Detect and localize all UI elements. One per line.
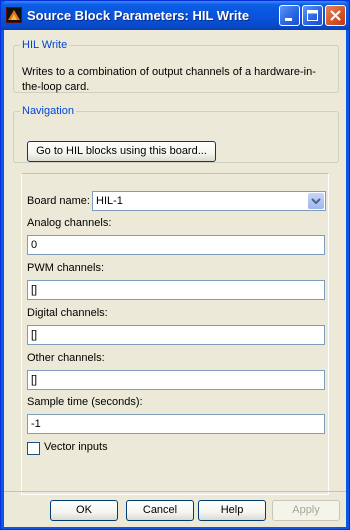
ok-button[interactable]: OK [50, 500, 118, 521]
sample-time-label: Sample time (seconds): [27, 396, 143, 408]
navigation-legend: Navigation [22, 105, 74, 117]
other-channels-label: Other channels: [27, 352, 105, 364]
close-button[interactable] [325, 5, 346, 26]
simulink-icon [6, 7, 22, 23]
vector-inputs-checkbox[interactable] [27, 442, 40, 455]
dropdown-button[interactable] [308, 193, 324, 209]
help-button[interactable]: Help [198, 500, 266, 521]
maximize-icon [307, 10, 318, 21]
minimize-button[interactable] [279, 5, 300, 26]
close-icon [330, 10, 341, 21]
apply-button[interactable]: Apply [272, 500, 340, 521]
board-name-select[interactable]: HIL-1 [92, 191, 326, 211]
minimize-icon [285, 18, 292, 21]
pwm-channels-input[interactable]: [] [27, 280, 325, 300]
digital-channels-input[interactable]: [] [27, 325, 325, 345]
description-legend: HIL Write [22, 39, 68, 51]
maximize-button[interactable] [302, 5, 323, 26]
navigation-group: Navigation Go to HIL blocks using this b… [13, 105, 339, 163]
vector-inputs-label: Vector inputs [44, 441, 108, 453]
dialog-window: Source Block Parameters: HIL Write HIL W… [0, 0, 350, 530]
cancel-button[interactable]: Cancel [126, 500, 194, 521]
board-name-label: Board name: [27, 195, 90, 207]
other-channels-input[interactable]: [] [27, 370, 325, 390]
chevron-down-icon [311, 198, 321, 204]
analog-channels-label: Analog channels: [27, 217, 112, 229]
pwm-channels-label: PWM channels: [27, 262, 105, 274]
analog-channels-input[interactable]: 0 [27, 235, 325, 255]
title-bar[interactable]: Source Block Parameters: HIL Write [1, 1, 349, 30]
footer-divider [4, 491, 346, 492]
description-group: HIL Write Writes to a combination of out… [13, 39, 339, 93]
digital-channels-label: Digital channels: [27, 307, 108, 319]
window-title: Source Block Parameters: HIL Write [27, 8, 250, 23]
sample-time-input[interactable]: -1 [27, 414, 325, 434]
board-name-value: HIL-1 [96, 195, 123, 207]
goto-hil-blocks-button[interactable]: Go to HIL blocks using this board... [27, 141, 216, 162]
description-text: Writes to a combination of output channe… [22, 66, 316, 93]
parameters-panel: Board name: HIL-1 Analog channels: 0 PWM… [21, 173, 329, 495]
dialog-body: HIL Write Writes to a combination of out… [4, 30, 346, 527]
